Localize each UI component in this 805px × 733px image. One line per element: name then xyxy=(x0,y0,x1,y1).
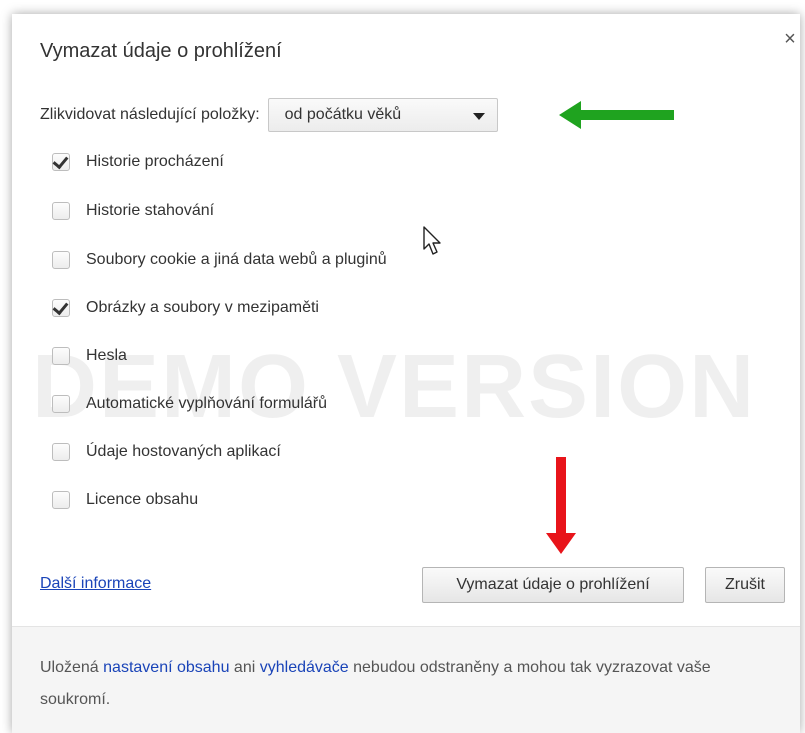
green-arrow-annotation xyxy=(559,101,674,129)
time-range-select[interactable]: od počátku věků xyxy=(267,98,498,132)
checkbox[interactable] xyxy=(52,491,70,509)
cancel-button[interactable]: Zrušit xyxy=(705,567,785,603)
list-item[interactable]: Soubory cookie a jiná data webů a plugin… xyxy=(52,248,387,272)
demo-watermark: DEMO VERSION xyxy=(32,337,757,437)
time-range-label: Zlikvidovat následující položky: xyxy=(40,106,260,123)
footer-text: ani xyxy=(229,659,260,676)
search-engines-link[interactable]: vyhledávače xyxy=(260,659,349,676)
dialog-footer: Uložená nastavení obsahu ani vyhledávače… xyxy=(12,626,800,733)
red-arrow-annotation xyxy=(546,457,576,554)
item-label: Licence obsahu xyxy=(86,491,199,508)
list-item[interactable]: Automatické vyplňování formulářů xyxy=(52,392,327,416)
item-label: Údaje hostovaných aplikací xyxy=(86,443,281,460)
checkbox[interactable] xyxy=(52,298,70,317)
item-label: Historie procházení xyxy=(86,153,224,170)
chevron-down-icon xyxy=(472,113,485,120)
checkbox[interactable] xyxy=(52,152,70,171)
list-item[interactable]: Historie procházení xyxy=(52,150,224,174)
clear-data-button[interactable]: Vymazat údaje o prohlížení xyxy=(422,567,684,603)
item-label: Automatické vyplňování formulářů xyxy=(86,395,327,412)
check-icon xyxy=(52,298,69,316)
item-label: Historie stahování xyxy=(86,202,215,219)
item-label: Obrázky a soubory v mezipaměti xyxy=(86,299,319,316)
time-range-row: Zlikvidovat následující položky: od počá… xyxy=(40,98,498,132)
dialog-title: Vymazat údaje o prohlížení xyxy=(40,40,282,62)
close-icon[interactable]: × xyxy=(780,28,800,50)
item-label: Hesla xyxy=(86,347,127,364)
list-item[interactable]: Licence obsahu xyxy=(52,488,198,512)
time-range-value: od počátku věků xyxy=(284,106,402,123)
item-label: Soubory cookie a jiná data webů a plugin… xyxy=(86,251,387,268)
checkbox[interactable] xyxy=(52,443,70,461)
footer-note: Uložená nastavení obsahu ani vyhledávače… xyxy=(40,652,780,716)
content-settings-link[interactable]: nastavení obsahu xyxy=(103,659,229,676)
list-item[interactable]: Historie stahování xyxy=(52,199,214,223)
check-icon xyxy=(52,152,69,170)
more-info-link[interactable]: Další informace xyxy=(40,575,151,593)
checkbox[interactable] xyxy=(52,347,70,365)
mouse-cursor-icon xyxy=(423,226,441,255)
clear-browsing-data-dialog: DEMO VERSION Vymazat údaje o prohlížení … xyxy=(12,14,800,733)
checkbox[interactable] xyxy=(52,202,70,220)
list-item[interactable]: Obrázky a soubory v mezipaměti xyxy=(52,296,319,320)
list-item[interactable]: Údaje hostovaných aplikací xyxy=(52,440,281,464)
footer-text: Uložená xyxy=(40,659,104,676)
list-item[interactable]: Hesla xyxy=(52,344,127,368)
checkbox[interactable] xyxy=(52,251,70,269)
checkbox[interactable] xyxy=(52,395,70,413)
